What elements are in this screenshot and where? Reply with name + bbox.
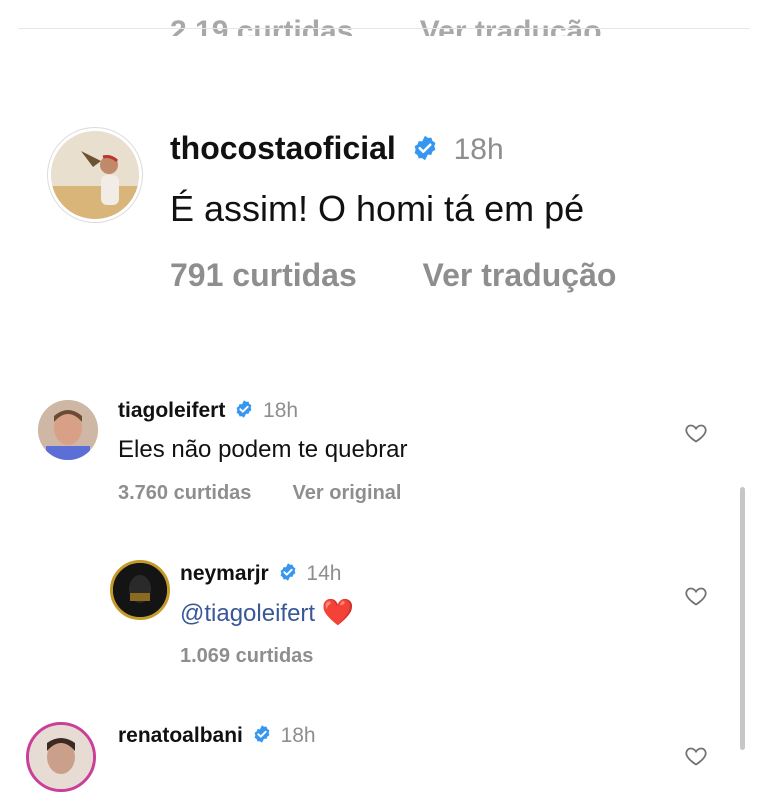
reply-meta: 1.069 curtidas (180, 645, 313, 668)
divider (18, 28, 750, 29)
username[interactable]: thocostaoficial (170, 130, 396, 166)
username[interactable]: renatoalbani (118, 724, 243, 747)
reply-text: @tiagoleifert ❤️ (180, 597, 354, 628)
translate-link[interactable]: Ver tradução (423, 257, 617, 293)
post-time: 18h (453, 133, 504, 166)
avatar[interactable] (110, 560, 170, 620)
avatar[interactable] (48, 128, 142, 222)
previous-translate-cutoff: Ver tradução (419, 15, 602, 36)
post-caption: É assim! O homi tá em pé (170, 188, 585, 229)
see-original-link[interactable]: Ver original (293, 482, 402, 504)
verified-badge-icon (280, 563, 295, 582)
comment-time: 18h (263, 399, 299, 422)
comment-likes[interactable]: 3.760 curtidas (118, 482, 251, 504)
avatar[interactable] (38, 400, 98, 460)
previous-likes-cutoff: 2 19 curtidas (170, 15, 354, 36)
post-meta: 791 curtidas Ver tradução (170, 257, 616, 294)
heart-outline-icon[interactable] (684, 421, 708, 445)
heart-outline-icon[interactable] (684, 744, 708, 768)
previous-comment-meta-cutoff: 2 19 curtidas Ver tradução (170, 6, 660, 36)
username[interactable]: neymarjr (180, 562, 269, 585)
verified-badge-icon (414, 135, 436, 160)
heart-emoji: ❤️ (321, 597, 355, 627)
comment-text: Eles não podem te quebrar (118, 436, 408, 463)
username[interactable]: tiagoleifert (118, 399, 225, 422)
comment-author[interactable]: renatoalbani 18h (118, 724, 316, 748)
scrollbar[interactable] (740, 487, 745, 750)
comment-meta: 3.760 curtidas Ver original (118, 482, 401, 505)
reply-author[interactable]: neymarjr 14h (180, 562, 341, 586)
verified-badge-icon (236, 400, 252, 419)
comment-time: 18h (280, 724, 316, 747)
avatar[interactable] (26, 722, 96, 792)
post-likes[interactable]: 791 curtidas (170, 257, 357, 293)
reply-time: 14h (306, 562, 342, 585)
mention-link[interactable]: @tiagoleifert (180, 600, 315, 627)
post-author[interactable]: thocostaoficial 18h (170, 130, 504, 167)
heart-outline-icon[interactable] (684, 584, 708, 608)
verified-badge-icon (254, 725, 270, 744)
reply-likes[interactable]: 1.069 curtidas (180, 645, 313, 667)
comment-author[interactable]: tiagoleifert 18h (118, 399, 298, 423)
